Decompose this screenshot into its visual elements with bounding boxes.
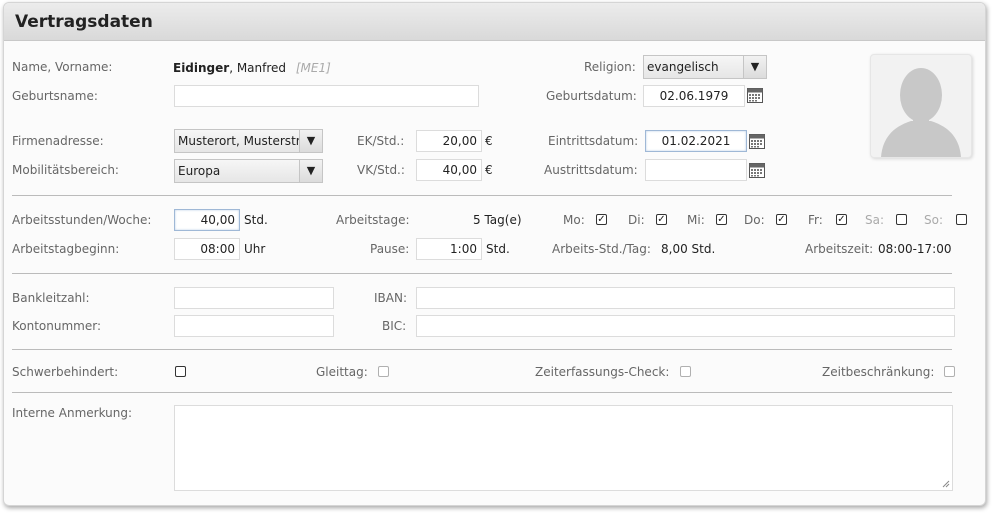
flextime-label: Gleittag:: [316, 365, 368, 379]
entry-date-label: Eintrittsdatum:: [548, 134, 639, 148]
weekday-checkbox[interactable]: ✓: [836, 214, 847, 225]
panel-title: Vertragsdaten: [15, 12, 153, 32]
hours-day-label: Arbeits-Std./Tag:: [552, 242, 651, 256]
birthname-label: Geburtsname:: [12, 89, 98, 103]
panel-header: Vertragsdaten: [4, 3, 985, 41]
weekday-label: Sa:: [865, 213, 885, 227]
chevron-down-icon: ▼: [299, 160, 322, 182]
checkmark-icon: ✓: [717, 214, 726, 225]
calendar-icon[interactable]: [749, 133, 765, 149]
worktime-value: 08:00-17:00: [878, 242, 952, 256]
divider: [12, 195, 952, 196]
weekday-label: Mo:: [563, 213, 585, 227]
hours-week-label: Arbeitsstunden/Woche:: [12, 213, 152, 227]
vk-currency: €: [485, 163, 493, 177]
name-value: Eidinger, Manfred [ME1]: [173, 61, 331, 75]
severely-disabled-checkbox[interactable]: [175, 366, 186, 377]
employee-code: [ME1]: [295, 61, 331, 75]
hours-day-value: 8,00 Std.: [661, 242, 716, 256]
checkmark-icon: ✓: [657, 214, 666, 225]
iban-input[interactable]: [416, 287, 955, 309]
internal-note-textarea[interactable]: [174, 405, 953, 491]
workdays-label: Arbeitstage:: [336, 213, 410, 227]
calendar-icon[interactable]: [747, 87, 763, 103]
ek-label: EK/Std.:: [357, 134, 405, 148]
divider: [12, 392, 952, 393]
weekday-label: Fr:: [808, 213, 823, 227]
worktime-label: Arbeitszeit:: [805, 242, 874, 256]
ek-currency: €: [485, 134, 493, 148]
mobility-select[interactable]: Europa ▼: [174, 159, 323, 183]
name-label: Name, Vorname:: [12, 60, 113, 74]
religion-select[interactable]: evangelisch ▼: [643, 55, 767, 79]
chevron-down-icon: ▼: [743, 56, 766, 78]
bic-input[interactable]: [416, 315, 955, 337]
weekday-label: Mi:: [687, 213, 705, 227]
hours-week-input[interactable]: 40,00: [174, 209, 240, 231]
vk-label: VK/Std.:: [357, 163, 405, 177]
calendar-icon[interactable]: [749, 162, 765, 178]
avatar: [870, 54, 972, 158]
workdays-value: 5 Tag(e): [473, 213, 522, 227]
divider: [12, 273, 952, 274]
company-address-select[interactable]: Musterort, Musterstr ▼: [174, 129, 323, 153]
mobility-value: Europa: [178, 164, 221, 178]
weekday-label: Di:: [628, 213, 645, 227]
entry-date-input[interactable]: 01.02.2021: [645, 130, 747, 152]
flextime-checkbox[interactable]: [378, 366, 389, 377]
first-name: , Manfred: [229, 61, 287, 75]
checkmark-icon: ✓: [837, 214, 846, 225]
time-check-label: Zeiterfassungs-Check:: [535, 365, 670, 379]
company-address-label: Firmenadresse:: [12, 134, 104, 148]
pause-unit: Std.: [486, 242, 510, 256]
exit-date-label: Austrittsdatum:: [544, 163, 638, 177]
iban-label: IBAN:: [374, 291, 407, 305]
bank-code-label: Bankleitzahl:: [12, 291, 90, 305]
pause-input[interactable]: 1:00: [416, 238, 482, 260]
account-number-label: Kontonummer:: [12, 319, 102, 333]
bank-code-input[interactable]: [174, 287, 334, 309]
severely-disabled-label: Schwerbehindert:: [12, 365, 119, 379]
religion-value: evangelisch: [647, 60, 719, 74]
exit-date-input[interactable]: [645, 159, 747, 181]
ek-input[interactable]: 20,00: [416, 130, 482, 152]
workday-start-label: Arbeitstagbeginn:: [12, 242, 120, 256]
vk-input[interactable]: 40,00: [416, 159, 482, 181]
contract-data-panel: Vertragsdaten Name, Vorname: Eidinger, M…: [3, 2, 986, 506]
bic-label: BIC:: [382, 319, 407, 333]
checkmark-icon: ✓: [597, 214, 606, 225]
hours-week-unit: Std.: [244, 213, 268, 227]
birthdate-input[interactable]: 02.06.1979: [643, 85, 745, 107]
workday-start-unit: Uhr: [244, 242, 266, 256]
weekday-checkbox[interactable]: ✓: [716, 214, 727, 225]
religion-label: Religion:: [584, 60, 636, 74]
account-number-input[interactable]: [174, 315, 334, 337]
weekday-checkbox[interactable]: [896, 214, 907, 225]
weekday-checkbox[interactable]: ✓: [776, 214, 787, 225]
avatar-placeholder-icon: [881, 68, 961, 157]
checkmark-icon: ✓: [777, 214, 786, 225]
mobility-label: Mobilitätsbereich:: [12, 163, 119, 177]
time-check-checkbox[interactable]: [680, 366, 691, 377]
workday-start-input[interactable]: 08:00: [174, 238, 240, 260]
weekday-checkbox[interactable]: [956, 214, 967, 225]
internal-note-label: Interne Anmerkung:: [12, 406, 133, 420]
pause-label: Pause:: [370, 242, 410, 256]
weekday-label: So:: [924, 213, 944, 227]
chevron-down-icon: ▼: [299, 130, 322, 152]
weekday-checkbox[interactable]: ✓: [596, 214, 607, 225]
birthdate-label: Geburtsdatum:: [546, 89, 637, 103]
last-name: Eidinger: [173, 61, 230, 75]
birthname-input[interactable]: [174, 85, 479, 107]
time-limit-label: Zeitbeschränkung:: [822, 365, 935, 379]
resize-handle-icon[interactable]: [942, 480, 950, 488]
divider: [12, 349, 952, 350]
weekday-checkbox[interactable]: ✓: [656, 214, 667, 225]
company-address-value: Musterort, Musterstr: [178, 134, 301, 148]
weekday-label: Do:: [744, 213, 765, 227]
time-limit-checkbox[interactable]: [944, 366, 955, 377]
